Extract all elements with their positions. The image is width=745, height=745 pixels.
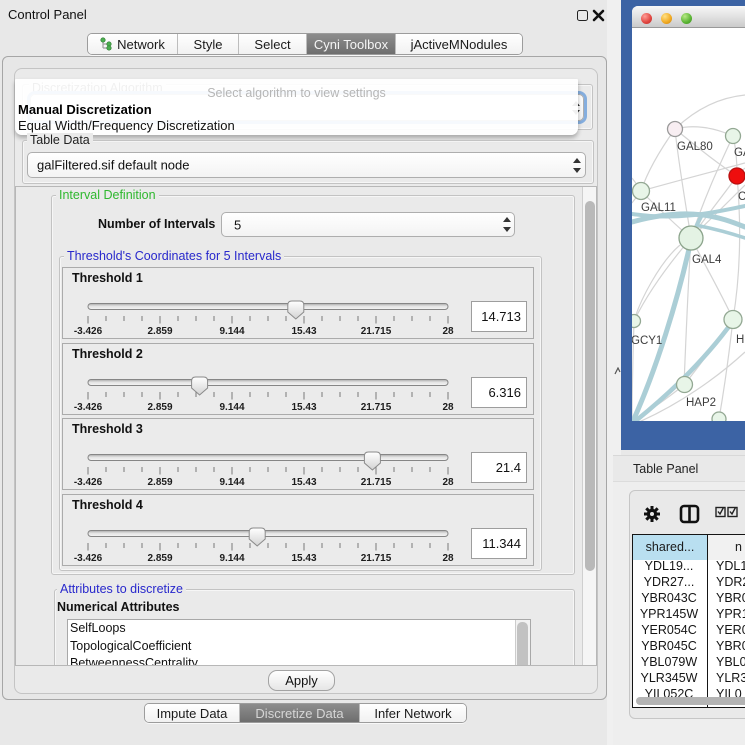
- svg-text:GA: GA: [734, 147, 745, 159]
- svg-text:-3.426: -3.426: [74, 326, 103, 337]
- svg-text:GAL80: GAL80: [677, 141, 713, 153]
- svg-text:2.859: 2.859: [147, 477, 172, 488]
- svg-text:GAL4: GAL4: [692, 254, 722, 266]
- svg-text:HAP2: HAP2: [686, 397, 716, 409]
- svg-text:9.144: 9.144: [219, 326, 244, 337]
- svg-text:H: H: [736, 334, 744, 346]
- svg-text:2.859: 2.859: [147, 553, 172, 564]
- svg-text:21.715: 21.715: [361, 326, 392, 337]
- svg-text:28: 28: [442, 477, 454, 488]
- svg-text:21.715: 21.715: [361, 402, 392, 413]
- svg-text:9.144: 9.144: [219, 402, 244, 413]
- svg-text:GCY1: GCY1: [632, 335, 662, 347]
- svg-text:15.43: 15.43: [291, 402, 316, 413]
- svg-text:28: 28: [442, 326, 454, 337]
- svg-text:-3.426: -3.426: [74, 402, 103, 413]
- svg-text:2.859: 2.859: [147, 326, 172, 337]
- svg-text:21.715: 21.715: [361, 553, 392, 564]
- svg-text:28: 28: [442, 402, 454, 413]
- svg-text:GAL11: GAL11: [641, 202, 676, 214]
- svg-text:9.144: 9.144: [219, 553, 244, 564]
- svg-text:15.43: 15.43: [291, 477, 316, 488]
- svg-text:C: C: [738, 191, 745, 203]
- svg-text:2.859: 2.859: [147, 402, 172, 413]
- svg-text:-3.426: -3.426: [74, 477, 103, 488]
- svg-text:9.144: 9.144: [219, 477, 244, 488]
- svg-text:15.43: 15.43: [291, 326, 316, 337]
- svg-text:28: 28: [442, 553, 454, 564]
- svg-text:21.715: 21.715: [361, 477, 392, 488]
- svg-text:15.43: 15.43: [291, 553, 316, 564]
- svg-text:-3.426: -3.426: [74, 553, 103, 564]
